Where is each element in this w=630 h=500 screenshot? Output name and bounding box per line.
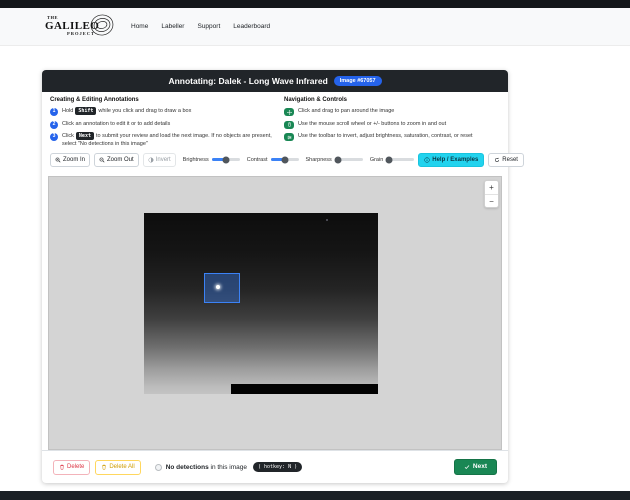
instructions-section: Creating & Editing Annotations 1 Hold Shi… [50,97,500,152]
no-detections-radio[interactable] [154,463,162,471]
reset-icon [494,157,500,163]
canvas-zoom-control: + − [484,180,499,208]
instruction-text: Use the mouse scroll wheel or +/- button… [298,120,447,127]
contrast-slider-group: Contrast [246,156,299,163]
contrast-slider[interactable] [270,156,299,163]
creating-editing-column: Creating & Editing Annotations 1 Hold Shi… [50,97,284,152]
sharpness-label: Sharpness [305,156,332,163]
hotkey-badge: ( hotkey: N ) [252,462,303,472]
step-2-badge: 2 [50,120,58,129]
brightness-slider-knob[interactable] [222,156,230,163]
invert-icon [148,157,154,163]
page: THE GALILEO PROJECT Home Labeller Suppor… [0,0,630,500]
canvas-zoom-out-button[interactable]: − [485,194,498,207]
grain-slider-knob[interactable] [385,156,393,163]
orbit-rings-icon [89,12,115,38]
page-title: Annotating: Dalek - Long Wave Infrared [168,76,328,86]
navigation-controls-column: Navigation & Controls Click and drag to … [284,97,500,152]
image-speck [326,219,328,221]
image-toolbar: Zoom In Zoom Out Invert Brightness Contr… [50,151,524,168]
next-button[interactable]: Next [453,458,497,476]
trash-all-icon [101,464,107,470]
magnifier-minus-icon [99,157,105,163]
instruction-item: 1 Hold Shift while you click and drag to d… [50,107,276,116]
check-icon [464,464,470,470]
shift-key-badge: Shift [75,107,97,115]
next-key-badge: Next [75,132,94,140]
creating-editing-title: Creating & Editing Annotations [50,97,139,103]
brightness-label: Brightness [182,156,209,163]
navigation-controls-title: Navigation & Controls [284,97,348,103]
trash-icon [59,464,65,470]
delete-all-button[interactable]: Delete All [95,459,141,475]
contrast-label: Contrast [246,156,268,163]
nav-item-leaderboard[interactable]: Leaderboard [233,23,270,30]
zoom-in-button[interactable]: Zoom In [50,152,91,167]
instruction-item: 3 Click Next to submit your review and loa… [50,132,276,149]
annotation-box[interactable] [204,273,240,303]
instruction-item: 2 Click an annotation to edit it or to a… [50,120,276,129]
card-header: Annotating: Dalek - Long Wave Infrared I… [42,70,508,92]
mouse-scroll-icon [284,120,294,129]
toolbar-icon [284,133,294,141]
top-chrome-bar [0,0,630,8]
instruction-text: Click and drag to pan around the image [298,108,395,114]
brightness-slider-group: Brightness [182,156,240,163]
infrared-image[interactable] [144,213,378,394]
instruction-item: Use the toolbar to invert, adjust bright… [284,132,500,141]
sharpness-slider-knob[interactable] [334,156,342,163]
annotation-canvas[interactable]: + − [48,176,502,450]
help-examples-button[interactable]: Help / Examples [418,152,485,167]
nav-links: Home Labeller Support Leaderboard [131,23,270,30]
brightness-slider[interactable] [211,156,240,163]
canvas-zoom-in-button[interactable]: + [485,181,498,194]
zoom-out-button[interactable]: Zoom Out [94,152,139,167]
no-detections-toggle[interactable]: No detections in this image ( hotkey: N … [154,462,303,472]
sharpness-slider[interactable] [334,156,363,163]
instruction-text: Use the toolbar to invert, adjust bright… [298,133,473,139]
instruction-text: Hold Shift while you click and drag to dra… [62,107,192,115]
magnifier-plus-icon [55,157,61,163]
detection-dot [216,285,220,289]
instruction-item: Click and drag to pan around the image [284,107,500,116]
grain-slider[interactable] [385,156,415,163]
instruction-item: Use the mouse scroll wheel or +/- button… [284,120,500,129]
instruction-text: Click an annotation to edit it or to add… [62,120,171,127]
nav-item-labeller[interactable]: Labeller [161,23,184,30]
galileo-project-logo[interactable]: THE GALILEO PROJECT [45,14,114,40]
contrast-slider-knob[interactable] [281,156,289,163]
nav-item-support[interactable]: Support [197,23,220,30]
sharpness-slider-group: Sharpness [305,156,363,163]
step-1-badge: 1 [50,108,58,116]
invert-button[interactable]: Invert [142,152,176,167]
image-id-badge: Image #67057 [333,76,382,86]
image-black-strip [231,384,378,394]
instruction-text: Click Next to submit your review and load … [62,132,272,148]
grain-slider-group: Grain [369,156,415,163]
pan-icon [284,108,294,116]
nav-item-home[interactable]: Home [131,23,148,30]
reset-button[interactable]: Reset [488,152,524,167]
delete-button[interactable]: Delete [53,459,91,475]
no-detections-label: No detections in this image [165,463,247,471]
navbar: THE GALILEO PROJECT Home Labeller Suppor… [0,8,630,46]
step-3-badge: 3 [50,133,58,141]
grain-label: Grain [369,156,384,163]
info-icon [424,156,430,163]
annotation-card: Annotating: Dalek - Long Wave Infrared I… [42,70,524,483]
action-bar: Delete Delete All No detections in this … [42,450,508,483]
footer-bar [0,491,630,500]
